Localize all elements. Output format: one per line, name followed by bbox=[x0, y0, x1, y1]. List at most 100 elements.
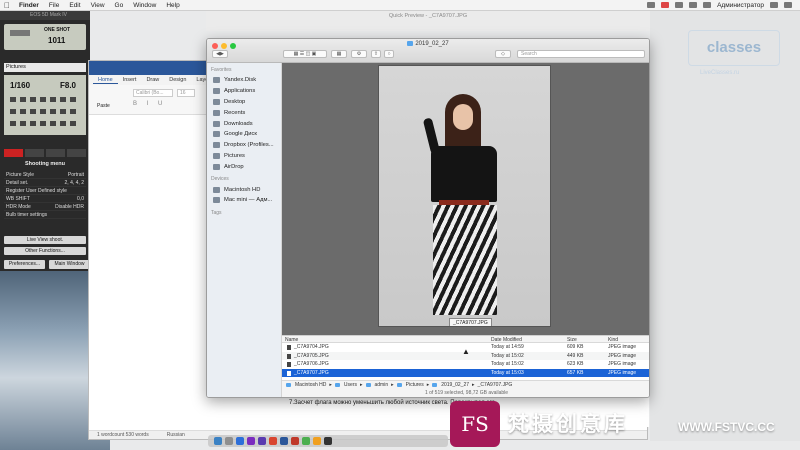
sidebar-item-yandex-disk[interactable]: Yandex.Disk bbox=[207, 75, 281, 86]
file-row-selected[interactable]: _C7A9707.JPG Today at 15:03 657 KB JPEG ima… bbox=[282, 368, 649, 378]
view-mode-icon[interactable]: ▦ ☰ ◫ ▣ bbox=[283, 50, 327, 58]
finder-sidebar: Favorites Yandex.Disk Applications Deskt… bbox=[207, 63, 282, 397]
settings-tab-icon[interactable] bbox=[67, 149, 86, 157]
share-icon[interactable]: ⇧ bbox=[371, 50, 381, 58]
path-segment[interactable]: Pictures bbox=[406, 382, 424, 388]
after-effects-icon[interactable] bbox=[258, 437, 266, 445]
brand-url: WWW.FSTVC.CC bbox=[678, 420, 775, 434]
hard-drive-icon bbox=[213, 186, 220, 193]
app-icon[interactable] bbox=[302, 437, 310, 445]
app-icon[interactable] bbox=[313, 437, 321, 445]
app-icon[interactable] bbox=[324, 437, 332, 445]
quick-look-title: Quick Preview - _C7A9707.JPG bbox=[206, 11, 650, 31]
other-functions-button[interactable]: Other Functions... bbox=[4, 247, 86, 255]
path-segment[interactable]: _C7A9707.JPG bbox=[478, 382, 513, 388]
path-segment[interactable]: Users bbox=[344, 382, 357, 388]
menu-file[interactable]: File bbox=[44, 2, 64, 9]
tab-home[interactable]: Home bbox=[93, 77, 118, 84]
menu-view[interactable]: View bbox=[86, 2, 110, 9]
file-row[interactable]: _C7A9706.JPG Today at 15:02 623 KB JPEG ima… bbox=[282, 360, 649, 369]
path-segment[interactable]: admin bbox=[375, 382, 389, 388]
menu-row[interactable]: WB SHIFT 0,0 bbox=[4, 195, 86, 203]
document-body-text[interactable]: 7.Засчет флага можно уменьшить любой ист… bbox=[289, 399, 589, 407]
back-forward-icon[interactable]: ◀▶ bbox=[212, 50, 228, 58]
font-size-select[interactable]: 16 bbox=[177, 89, 195, 97]
classes-url: LiveClasses.ru bbox=[700, 70, 740, 76]
menu-edit[interactable]: Edit bbox=[64, 2, 85, 9]
sidebar-item-mac-mini[interactable]: Mac mini — Адм... bbox=[207, 195, 281, 206]
sidebar-item-pictures[interactable]: Pictures bbox=[207, 151, 281, 162]
search-input[interactable]: Search bbox=[517, 50, 645, 58]
gear-icon[interactable]: ⚙ bbox=[351, 50, 367, 58]
app-icon[interactable] bbox=[291, 437, 299, 445]
aperture-value[interactable]: F8.0 bbox=[60, 81, 76, 90]
dock bbox=[208, 435, 448, 447]
menu-window[interactable]: Window bbox=[128, 2, 161, 9]
menu-go[interactable]: Go bbox=[110, 2, 129, 9]
paste-button[interactable]: Paste bbox=[97, 103, 110, 109]
desktop-icon bbox=[213, 98, 220, 105]
lightroom-icon[interactable] bbox=[269, 437, 277, 445]
image-file-icon bbox=[287, 370, 291, 376]
menu-row[interactable]: Picture Style Portrait bbox=[4, 171, 86, 179]
main-window-button[interactable]: Main Window bbox=[49, 260, 90, 269]
sidebar-item-applications[interactable]: Applications bbox=[207, 86, 281, 97]
word-count[interactable]: 1 wordcount 530 words bbox=[97, 432, 149, 438]
path-segment[interactable]: 2019_02_27 bbox=[441, 382, 469, 388]
sidebar-item-airdrop[interactable]: AirDrop bbox=[207, 161, 281, 172]
shooting-menu-title: Shooting menu bbox=[24, 161, 66, 167]
yandex-icon[interactable] bbox=[661, 2, 670, 8]
sidebar-item-desktop[interactable]: Desktop bbox=[207, 97, 281, 108]
menu-finder[interactable]: Finder bbox=[14, 2, 44, 9]
launchpad-icon[interactable] bbox=[225, 437, 233, 445]
format-buttons[interactable]: B I U bbox=[133, 101, 166, 107]
pictures-icon bbox=[213, 152, 220, 159]
sidebar-item-downloads[interactable]: Downloads bbox=[207, 118, 281, 129]
tag-icon[interactable]: ○ bbox=[384, 50, 394, 58]
user-name[interactable]: Администратор bbox=[717, 2, 764, 9]
save-destination-select[interactable]: Pictures bbox=[4, 63, 86, 72]
tab-design[interactable]: Design bbox=[164, 77, 191, 83]
preview-filename: _C7A9707.JPG bbox=[449, 318, 492, 326]
photoshop-icon[interactable] bbox=[236, 437, 244, 445]
language-indicator[interactable]: Russian bbox=[167, 432, 185, 438]
finder-status: 1 of 519 selected, 98,72 GB available bbox=[282, 388, 649, 397]
shooting-settings-display: 1/160 F8.0 bbox=[4, 75, 86, 135]
clock-icon bbox=[213, 109, 220, 116]
menu-row[interactable]: Register User Defined style bbox=[4, 187, 86, 195]
path-segment[interactable]: Macintosh HD bbox=[295, 382, 326, 388]
sidebar-item-macintosh-hd[interactable]: Macintosh HD bbox=[207, 184, 281, 195]
camera-tab-icon[interactable] bbox=[4, 149, 23, 157]
sidebar-item-dropbox[interactable]: Dropbox (Profiles... bbox=[207, 140, 281, 151]
menu-row[interactable]: Detail set. 2, 4, 4, 2 bbox=[4, 179, 86, 187]
tab-insert[interactable]: Insert bbox=[118, 77, 142, 83]
finder-icon[interactable] bbox=[214, 437, 222, 445]
sidebar-item-google-drive[interactable]: Google Диск bbox=[207, 129, 281, 140]
menu-row[interactable]: HDR Mode Disable HDR bbox=[4, 203, 86, 211]
preferences-button[interactable]: Preferences... bbox=[4, 260, 45, 269]
tab-draw[interactable]: Draw bbox=[141, 77, 164, 83]
wifi-icon[interactable] bbox=[689, 2, 698, 8]
apple-icon[interactable]:  bbox=[0, 1, 14, 10]
live-view-button[interactable]: Live View shoot. bbox=[4, 236, 86, 244]
wb-tab-icon[interactable] bbox=[46, 149, 65, 157]
sidebar-item-recents[interactable]: Recents bbox=[207, 107, 281, 118]
menu-help[interactable]: Help bbox=[161, 2, 184, 9]
font-name-select[interactable]: Calibri (Bo... bbox=[133, 89, 173, 97]
premiere-icon[interactable] bbox=[247, 437, 255, 445]
photo-subject bbox=[453, 104, 473, 130]
group-icon[interactable]: ▦ bbox=[331, 50, 347, 58]
camera-icon[interactable] bbox=[647, 2, 656, 8]
word-icon[interactable] bbox=[280, 437, 288, 445]
menu-row[interactable]: Bulb timer settings bbox=[4, 211, 86, 219]
dropbox-icon[interactable]: ◇ bbox=[495, 50, 511, 58]
photo-preview[interactable]: _C7A9707.JPG bbox=[378, 65, 551, 327]
shooting-menu-list: Picture Style Portrait Detail set. 2, 4, 4… bbox=[4, 171, 86, 219]
eos-utility-panel: EOS 5D Mark IV ONE SHOT 1011 Pictures 1/… bbox=[0, 11, 90, 271]
flash-tab-icon[interactable] bbox=[25, 149, 44, 157]
notification-center-icon[interactable] bbox=[784, 2, 792, 8]
spotlight-icon[interactable] bbox=[770, 2, 778, 8]
battery-icon[interactable] bbox=[703, 2, 712, 8]
dropbox-icon[interactable] bbox=[675, 2, 684, 8]
shutter-speed[interactable]: 1/160 bbox=[10, 81, 30, 90]
